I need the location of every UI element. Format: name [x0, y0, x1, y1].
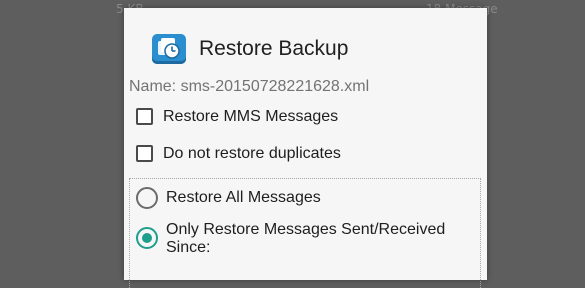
dialog-title: Restore Backup	[199, 37, 349, 60]
restore-mms-option[interactable]: Restore MMS Messages	[136, 108, 338, 126]
restore-since-label-line1: Only Restore Messages Sent/Received	[166, 221, 446, 238]
backup-file-name: Name: sms-20150728221628.xml	[129, 78, 370, 95]
no-duplicates-label: Do not restore duplicates	[163, 145, 341, 162]
backup-restore-icon	[152, 34, 186, 64]
restore-mms-checkbox[interactable]	[136, 108, 153, 125]
restore-mms-label: Restore MMS Messages	[163, 108, 339, 125]
restore-since-label: Only Restore Messages Sent/Received Sinc…	[166, 221, 445, 257]
restore-all-radio[interactable]	[136, 187, 158, 209]
restore-since-option[interactable]: Only Restore Messages Sent/Received Sinc…	[136, 221, 445, 257]
restore-since-label-line2: Since:	[166, 239, 211, 256]
no-duplicates-checkbox[interactable]	[136, 145, 153, 162]
restore-backup-dialog: Restore Backup Name: sms-20150728221628.…	[124, 8, 487, 288]
restore-since-radio[interactable]	[136, 227, 158, 249]
dialog-title-row: Restore Backup	[152, 32, 348, 66]
restore-all-option[interactable]: Restore All Messages	[136, 187, 321, 209]
no-duplicates-option[interactable]: Do not restore duplicates	[136, 145, 341, 163]
restore-all-label: Restore All Messages	[166, 189, 321, 206]
